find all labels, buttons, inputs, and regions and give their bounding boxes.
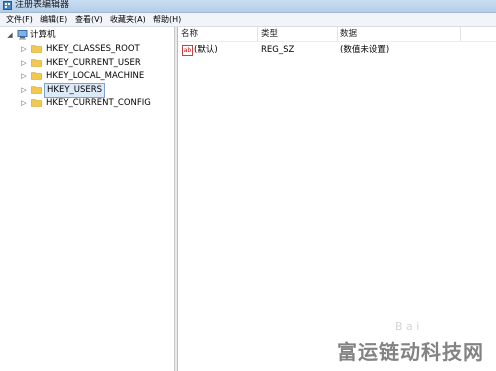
folder-icon (31, 59, 42, 67)
expand-arrow-icon[interactable]: ▷ (20, 84, 28, 97)
value-data: (数值未设置) (340, 45, 390, 55)
title-bar: 注册表编辑器 (0, 0, 496, 13)
expand-arrow-icon[interactable]: ▷ (20, 57, 28, 70)
tree-item-label: HKEY_CLASSES_ROOT (46, 44, 140, 54)
tree-item-label: 计算机 (30, 30, 56, 40)
menu-help[interactable]: 帮助(H) (153, 13, 181, 26)
folder-icon (31, 99, 42, 107)
column-header-type[interactable]: 类型 (261, 27, 338, 41)
column-header-data[interactable]: 数据 (340, 27, 461, 41)
computer-icon (17, 30, 28, 40)
menu-edit[interactable]: 编辑(E) (40, 13, 67, 26)
string-value-icon: ab (182, 45, 193, 56)
menu-bar: 文件(F) 编辑(E) 查看(V) 收藏夹(A) 帮助(H) (0, 13, 496, 27)
expand-arrow-icon[interactable]: ▷ (20, 97, 28, 110)
tree-item-label: HKEY_CURRENT_CONFIG (46, 98, 151, 108)
expand-arrow-icon[interactable]: ▷ (20, 43, 28, 56)
tree-item-label: HKEY_LOCAL_MACHINE (46, 71, 145, 81)
watermark-logo: B a i (395, 320, 420, 333)
column-header-name[interactable]: 名称 (181, 27, 258, 41)
value-type: REG_SZ (261, 45, 295, 55)
folder-icon (31, 45, 42, 53)
tree-item-label: HKEY_CURRENT_USER (46, 58, 141, 68)
column-header-row: 名称 类型 数据 (178, 27, 496, 42)
folder-icon (31, 72, 42, 80)
menu-view[interactable]: 查看(V) (75, 13, 103, 26)
menu-file[interactable]: 文件(F) (6, 13, 33, 26)
watermark-text: 富运链动科技网 (337, 340, 484, 364)
key-tree-pane[interactable]: ◢ 计算机 ▷ HKEY_CLASSES_ROOT ▷ HKEY_CURRENT… (0, 27, 175, 371)
expand-arrow-icon[interactable]: ▷ (20, 70, 28, 83)
folder-icon (31, 86, 42, 94)
tree-item-label: HKEY_USERS (44, 83, 106, 98)
values-list-pane[interactable]: 名称 类型 数据 ab (默认) REG_SZ (数值未设置) (178, 27, 496, 371)
regedit-app-icon (3, 1, 12, 10)
collapse-arrow-icon[interactable]: ◢ (6, 29, 14, 42)
menu-favorites[interactable]: 收藏夹(A) (110, 13, 146, 26)
value-name: (默认) (194, 45, 218, 55)
window-title: 注册表编辑器 (15, 0, 70, 10)
